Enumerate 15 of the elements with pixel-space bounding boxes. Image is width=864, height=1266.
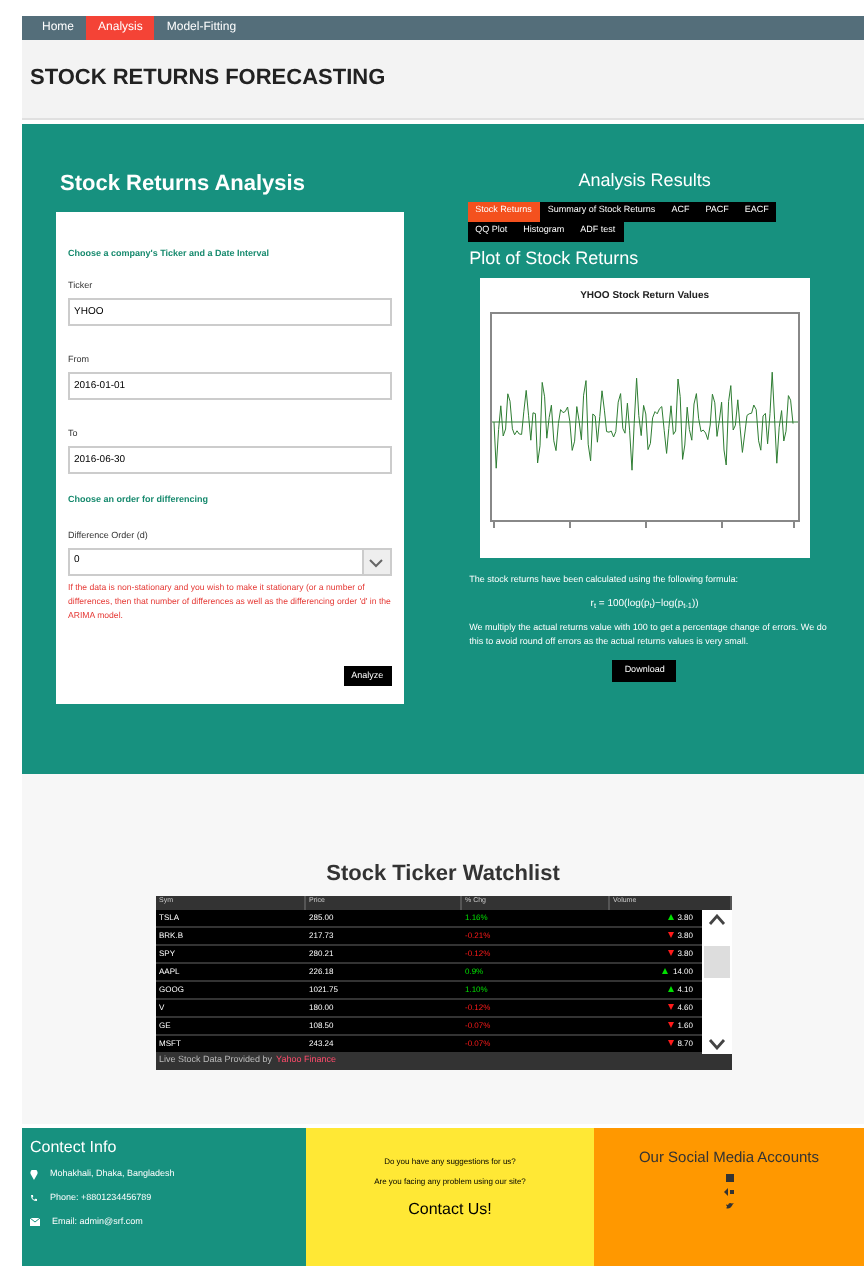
section-heading: Analysis Results (576, 168, 713, 194)
scroll-down-icon[interactable] (707, 1037, 725, 1049)
contact-link[interactable]: Contact Us! (408, 1198, 492, 1222)
map-pin-icon (30, 1169, 38, 1180)
chevron-down-icon (368, 557, 385, 567)
section-heading: Stock Returns Analysis (58, 170, 307, 200)
plot-heading: Plot of Stock Returns (467, 245, 641, 271)
scroll-up-icon[interactable] (707, 913, 725, 925)
bird-icon[interactable] (725, 1202, 733, 1211)
watchlist-title: Stock Ticker Watchlist (326, 860, 560, 890)
envelope-icon (30, 1217, 40, 1226)
scroll-thumb[interactable] (703, 945, 729, 977)
page-title: STOCK RETURNS FORECASTING (30, 64, 386, 95)
phone-icon (30, 1194, 38, 1203)
contact-heading: Contect Info (30, 1136, 119, 1160)
